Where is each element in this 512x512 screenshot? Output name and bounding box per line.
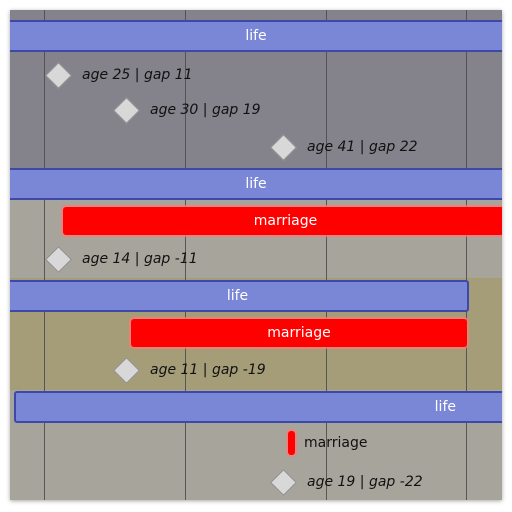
group-band-2-tail — [468, 238, 502, 278]
life-bar[interactable]: life — [14, 391, 502, 423]
marriage-bar[interactable] — [288, 431, 295, 455]
milestone-label: age 30 | gap 19 — [150, 102, 261, 118]
marriage-bar-label: marriage — [304, 435, 368, 451]
gridline — [326, 10, 327, 500]
milestone-label: age 19 | gap -22 — [307, 474, 423, 490]
diamond-marker-icon — [270, 468, 297, 496]
marriage-bar[interactable]: marriage — [131, 319, 467, 347]
milestone[interactable]: age 41 | gap 22 — [269, 133, 418, 161]
life-bar[interactable]: life — [10, 168, 502, 200]
life-bar-label: life — [226, 288, 249, 304]
life-bar-label: life — [434, 399, 456, 415]
life-bar[interactable]: life — [10, 280, 469, 312]
milestone[interactable]: age 14 | gap -11 — [44, 245, 198, 273]
diamond-marker-icon — [113, 356, 140, 384]
gridline — [466, 10, 467, 500]
group-band-3-tail — [468, 278, 502, 390]
marriage-bar-label: marriage — [267, 325, 331, 341]
life-bar-label: life — [245, 28, 267, 44]
marriage-bar[interactable]: marriage — [63, 207, 502, 235]
diamond-marker-icon — [270, 133, 297, 161]
diamond-marker-icon — [45, 245, 72, 273]
milestone[interactable]: age 30 | gap 19 — [112, 96, 261, 124]
milestone-label: age 25 | gap 11 — [82, 67, 193, 83]
life-bar-label: life — [245, 176, 267, 192]
marriage-bar-label: marriage — [253, 213, 318, 229]
diamond-marker-icon — [45, 61, 72, 89]
milestone-label: age 11 | gap -19 — [150, 362, 266, 378]
milestone-label: age 14 | gap -11 — [82, 251, 198, 267]
milestone[interactable]: age 25 | gap 11 — [44, 61, 193, 89]
milestone[interactable]: age 11 | gap -19 — [112, 356, 266, 384]
timeline-chart: life age 25 | gap 11 age 30 | gap 19 age… — [10, 10, 502, 500]
milestone-label: age 41 | gap 22 — [307, 139, 418, 155]
life-bar[interactable]: life — [10, 20, 502, 52]
milestone[interactable]: age 19 | gap -22 — [269, 468, 423, 496]
diamond-marker-icon — [113, 96, 140, 124]
